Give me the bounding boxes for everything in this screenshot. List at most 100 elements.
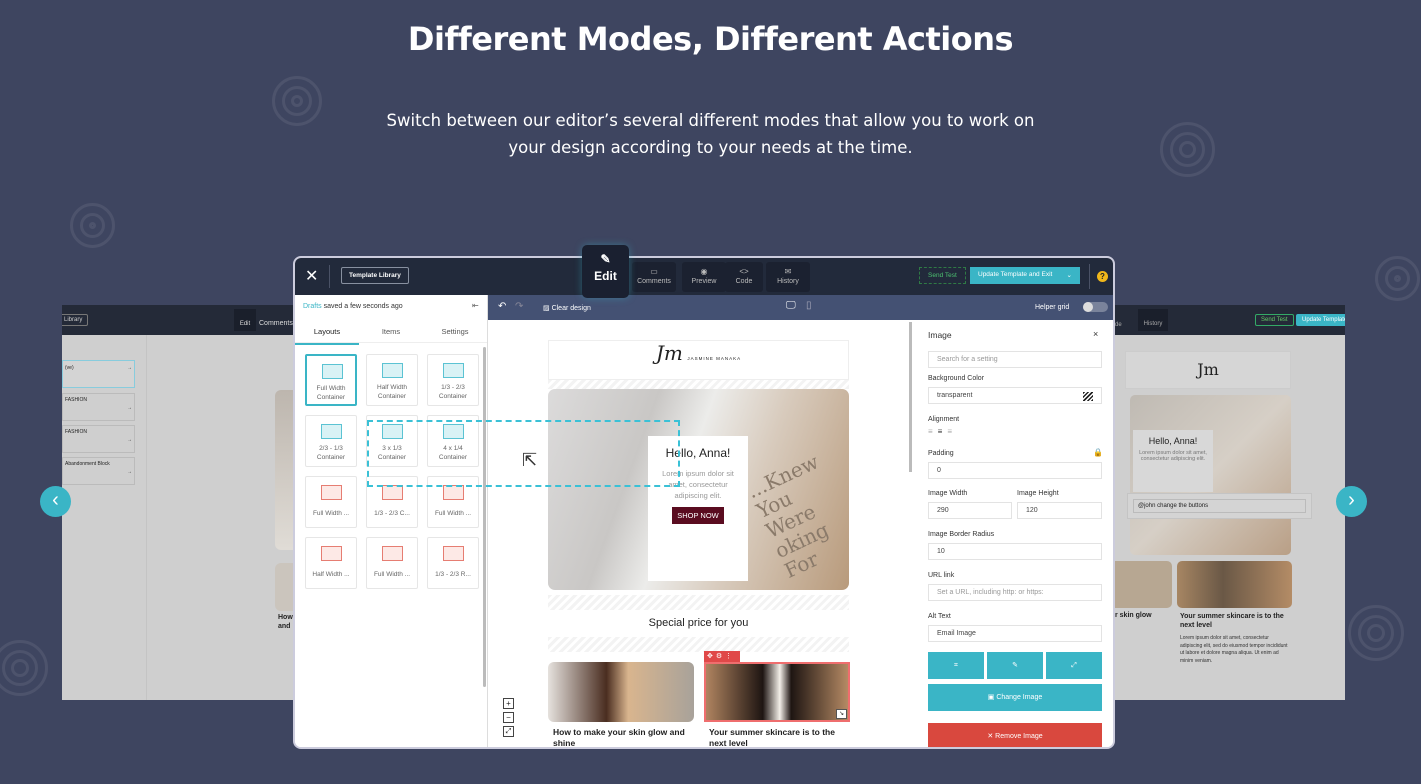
layout-icon — [321, 546, 342, 561]
pencil-icon: ✎ — [600, 252, 611, 266]
panel-title: Image — [928, 330, 952, 340]
close-panel-icon[interactable]: × — [1093, 329, 1098, 339]
ghost-list-item: (ve) → — [62, 360, 135, 388]
ghost-send-test: Send Test — [1255, 314, 1294, 326]
align-right-icon[interactable]: ≡ — [947, 427, 957, 436]
ghost-list-item: Abandonment Block → — [62, 457, 135, 485]
mode-edit-button[interactable]: ✎ Edit — [582, 245, 629, 298]
crop-button[interactable]: ⌗ — [928, 652, 984, 679]
help-icon[interactable]: ? — [1097, 271, 1108, 282]
cursor-icon: ⇱ — [522, 450, 538, 470]
align-center-icon[interactable]: ≡ — [938, 427, 948, 436]
sidebar-scrollbar[interactable] — [483, 347, 486, 687]
comment-icon: ▭ — [650, 267, 658, 276]
mobile-view-icon[interactable]: ▯ — [806, 300, 812, 311]
layout-card[interactable]: Full Width ... — [305, 476, 357, 528]
align-left-icon[interactable]: ≡ — [928, 427, 938, 436]
special-price-heading[interactable]: Special price for you — [548, 610, 849, 637]
background-color-input[interactable]: transparent — [928, 387, 1102, 404]
send-test-button[interactable]: Send Test — [919, 267, 966, 284]
carousel-prev-button[interactable]: ‹ — [40, 486, 71, 517]
alt-text-input[interactable]: Email Image — [928, 625, 1102, 642]
ghost-logo: Jm — [1125, 351, 1291, 389]
image-height-input[interactable]: 120 — [1017, 502, 1102, 519]
drafts-link[interactable]: Drafts — [303, 303, 322, 310]
decorative-ring — [70, 203, 115, 248]
crop-icon: ⌗ — [954, 662, 958, 669]
helper-grid-toggle[interactable] — [1083, 302, 1108, 312]
border-radius-input[interactable]: 10 — [928, 543, 1102, 560]
layout-card[interactable]: Full Width Container — [305, 354, 357, 406]
tab-items[interactable]: Items — [359, 321, 423, 343]
tab-layouts[interactable]: Layouts — [295, 321, 359, 345]
mode-history-button[interactable]: ✉ History — [766, 262, 810, 292]
layout-icon — [443, 485, 464, 500]
previous-slide[interactable]: Library Edit Comments (ve) → FASHION → FAS… — [62, 305, 294, 700]
ghost-card-title: How and — [278, 614, 293, 630]
change-image-button[interactable]: ▣ Change Image — [928, 684, 1102, 711]
layout-icon — [382, 485, 403, 500]
tab-settings[interactable]: Settings — [423, 321, 487, 343]
ghost-hero-card: Hello, Anna! Lorem ipsum dolor sit amet,… — [1133, 430, 1213, 492]
card-image-right-selected[interactable]: ↘ — [704, 662, 850, 722]
mode-comments-button[interactable]: ▭ Comments — [632, 262, 676, 292]
email-logo[interactable]: Jm JASMINE MANAKA — [548, 340, 849, 380]
eraser-icon: ▨ — [543, 305, 552, 312]
zoom-in-button[interactable]: + — [503, 698, 514, 709]
ghost-hero-image — [275, 390, 294, 550]
block-actions[interactable]: ✥⚙⋮ — [704, 651, 740, 662]
layout-card[interactable]: Full Width ... — [366, 537, 418, 589]
image-width-input[interactable]: 290 — [928, 502, 1012, 519]
collapse-sidebar-icon[interactable]: ⇤ — [472, 301, 479, 310]
lock-icon[interactable]: 🔒 — [1093, 448, 1103, 457]
search-setting-input[interactable]: Search for a setting — [928, 351, 1102, 368]
color-swatch[interactable] — [1083, 392, 1093, 401]
close-icon[interactable]: ✕ — [305, 266, 318, 286]
redo-icon[interactable]: ↷ — [515, 301, 523, 312]
alignment-buttons[interactable]: ≡≡≡ — [928, 427, 957, 436]
left-sidebar: Drafts saved a few seconds ago ⇤ Layouts… — [295, 295, 680, 747]
layout-card[interactable]: 1/3 - 2/3 R... — [427, 537, 479, 589]
sidebar-tabs: Layouts Items Settings — [295, 321, 487, 345]
url-input[interactable]: Set a URL, including http: or https: — [928, 584, 1102, 601]
ghost-list-item: FASHION → — [62, 425, 135, 453]
template-library-button[interactable]: Template Library — [341, 267, 409, 284]
gear-icon[interactable]: ⚙ — [716, 653, 725, 660]
ghost-update-button: Update Template — [1296, 314, 1345, 326]
update-template-exit-button[interactable]: Update Template and Exit ⌄ — [970, 267, 1080, 284]
remove-image-button[interactable]: ✕ Remove Image — [928, 723, 1102, 747]
canvas-scrollbar[interactable] — [909, 322, 912, 472]
more-icon[interactable]: ⋮ — [725, 653, 735, 660]
card-image-left[interactable] — [548, 662, 694, 722]
layout-card[interactable]: Half Width ... — [305, 537, 357, 589]
layout-card[interactable]: 2/3 - 1/3 Container — [305, 415, 357, 467]
ghost-card-image — [1177, 561, 1292, 608]
ghost-list-item: FASHION → — [62, 393, 135, 421]
expand-button[interactable]: ⤢ — [1046, 652, 1102, 679]
edit-image-button[interactable]: ✎ — [987, 652, 1043, 679]
move-icon[interactable]: ✥ — [707, 653, 716, 660]
layout-icon — [321, 424, 342, 439]
zoom-out-button[interactable]: − — [503, 712, 514, 723]
history-icon: ✉ — [784, 267, 792, 276]
layout-card[interactable]: 1/3 - 2/3 Container — [427, 354, 479, 406]
image-settings-panel: Image × Search for a setting Background … — [919, 320, 1113, 747]
chevron-down-icon: ⌄ — [1066, 272, 1072, 279]
mode-code-button[interactable]: <> Code — [725, 262, 763, 292]
padding-input[interactable]: 0 — [928, 462, 1102, 479]
shop-now-button[interactable]: SHOP NOW — [672, 507, 724, 524]
fit-screen-button[interactable]: ⤢ — [503, 726, 514, 737]
undo-icon[interactable]: ↶ — [498, 301, 506, 312]
ghost-history-mode: History — [1138, 309, 1168, 331]
helper-grid-label: Helper grid — [1035, 304, 1070, 311]
layout-icon — [321, 485, 342, 500]
mode-preview-button[interactable]: ◉ Preview — [682, 262, 726, 292]
resize-icon[interactable]: ↘ — [836, 709, 847, 719]
layout-card[interactable]: Half Width Container — [366, 354, 418, 406]
next-slide[interactable]: de History Send Test Update Template Jm … — [1115, 305, 1345, 700]
carousel-next-button[interactable]: › — [1336, 486, 1367, 517]
desktop-view-icon[interactable]: 🖵 — [786, 300, 796, 311]
clear-design-button[interactable]: ▨ Clear design — [543, 304, 591, 312]
page-subtitle-line1: Switch between our editor’s several diff… — [386, 111, 1035, 130]
decorative-ring — [1375, 256, 1420, 301]
